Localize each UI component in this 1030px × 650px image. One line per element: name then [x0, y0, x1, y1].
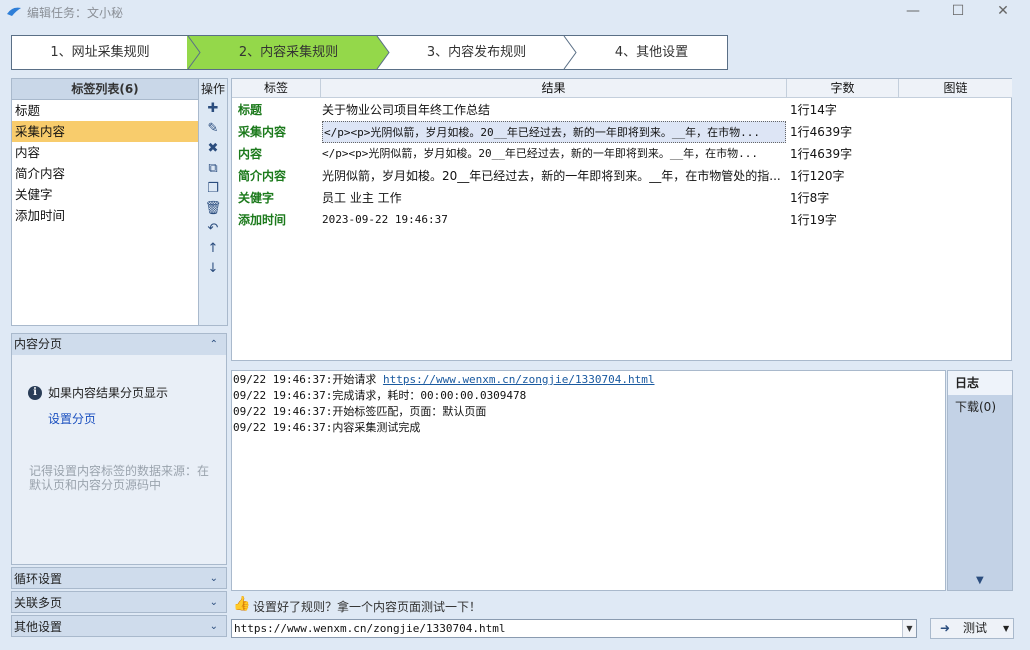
log-line: 09/22 19:46:37:内容采集测试完成 — [233, 421, 421, 434]
row-label: 标题 — [238, 103, 263, 117]
loop-settings-header[interactable]: 循环设置 ⌄ — [11, 567, 227, 589]
test-button[interactable]: ➜ 测试 ▼ — [930, 618, 1014, 639]
app-logo-icon — [7, 7, 21, 16]
step-content-rules[interactable]: 2、内容采集规则 — [200, 36, 377, 69]
log-panel[interactable]: 09/22 19:46:37:开始请求 https://www.wenxm.cn… — [231, 370, 946, 591]
row-label: 添加时间 — [238, 213, 287, 227]
info-icon: i — [28, 386, 42, 400]
scroll-down-icon[interactable]: ▼ — [976, 575, 984, 586]
table-row[interactable]: 内容 </p><p>光阴似箭，岁月如梭。20__年已经过去，新的一年即将到来。_… — [232, 143, 1012, 165]
log-text: 09/22 19:46:37:开始请求 — [233, 373, 383, 386]
column-header-tag[interactable]: 标签 — [232, 79, 321, 98]
section-title: 其他设置 — [14, 620, 63, 634]
step-other-settings[interactable]: 4、其他设置 — [576, 36, 727, 69]
ops-toolbar: 操作 ✚ ✎ ✖ ⧉ ❐ 🗑 ↶ ↑ ↓ — [199, 78, 228, 326]
thumbs-up-icon: 👍 — [233, 596, 251, 612]
test-button-label: 测试 — [963, 621, 988, 635]
row-result: </p><p>光阴似箭，岁月如梭。20__年已经过去，新的一年即将到来。__年，… — [322, 147, 758, 160]
tag-item[interactable]: 标题 — [12, 100, 198, 121]
result-grid: 标签 结果 字数 图链 标题 关于物业公司项目年终工作总结 1行14字 采集内容… — [231, 78, 1012, 361]
multi-page-header[interactable]: 关联多页 ⌄ — [11, 591, 227, 613]
undo-icon[interactable]: ↶ — [199, 219, 227, 239]
column-header-result[interactable]: 结果 — [321, 79, 787, 98]
step-wizard: 1、网址采集规则 2、内容采集规则 3、内容发布规则 4、其他设置 — [11, 35, 728, 70]
test-prompt: 设置好了规则？拿一个内容页面测试一下！ — [253, 600, 482, 614]
row-label: 简介内容 — [238, 169, 287, 183]
title-bar: 编辑任务：文小秘 — ☐ ✕ — [0, 0, 1030, 24]
side-tabs: 日志 下载(0) ▼ — [947, 370, 1013, 591]
row-label: 内容 — [238, 147, 263, 161]
trash-icon[interactable]: 🗑 — [199, 199, 227, 219]
table-row[interactable]: 标题 关于物业公司项目年终工作总结 1行14字 — [232, 99, 1012, 121]
paste-icon[interactable]: ❐ — [199, 179, 227, 199]
row-count: 1行4639字 — [790, 125, 853, 139]
row-count: 1行14字 — [790, 103, 837, 117]
expand-icon[interactable]: ⌄ — [210, 568, 218, 590]
row-result: 光阴似箭，岁月如梭。20__年已经过去，新的一年即将到来。__年，在市物管处的指… — [322, 169, 781, 183]
table-row-selected[interactable]: 采集内容 </p><p>光阴似箭，岁月如梭。20__年已经过去，新的一年即将到来… — [232, 121, 1012, 143]
set-pagination-link[interactable]: 设置分页 — [48, 410, 96, 427]
tag-item[interactable]: 添加时间 — [12, 205, 198, 226]
log-line: 09/22 19:46:37:开始请求 https://www.wenxm.cn… — [233, 372, 945, 388]
other-settings-header[interactable]: 其他设置 ⌄ — [11, 615, 227, 637]
column-header-count[interactable]: 字数 — [787, 79, 899, 98]
row-label: 采集内容 — [238, 125, 287, 139]
tag-item[interactable]: 关健字 — [12, 184, 198, 205]
pagination-header[interactable]: 内容分页 ⌃ — [12, 334, 226, 355]
row-result: 员工 业主 工作 — [322, 191, 402, 205]
row-count: 1行4639字 — [790, 147, 853, 161]
chevron-down-icon[interactable]: ▼ — [902, 620, 916, 637]
log-line: 09/22 19:46:37:完成请求，耗时：00:00:00.0309478 — [233, 389, 527, 402]
row-count: 1行120字 — [790, 169, 845, 183]
minimize-button[interactable]: — — [890, 0, 936, 24]
row-result: 2023-09-22 19:46:37 — [322, 213, 448, 226]
expand-icon[interactable]: ⌄ — [210, 616, 218, 638]
tab-log[interactable]: 日志 — [948, 371, 1012, 395]
tab-download[interactable]: 下载(0) — [948, 395, 1012, 419]
ops-label: 操作 — [200, 82, 225, 96]
collapse-icon[interactable]: ⌃ — [210, 334, 218, 355]
column-header-imglink[interactable]: 图链 — [899, 79, 1012, 98]
row-label: 关健字 — [238, 191, 275, 205]
pagination-hint: 记得设置内容标签的数据来源：在默认页和内容分页源码中 — [29, 464, 210, 492]
dropdown-arrow-icon[interactable]: ▼ — [1003, 619, 1009, 638]
row-result: </p><p>光阴似箭，岁月如梭。20__年已经过去，新的一年即将到来。__年，… — [322, 121, 786, 143]
window-title: 编辑任务：文小秘 — [27, 6, 124, 20]
table-row[interactable]: 添加时间 2023-09-22 19:46:37 1行19字 — [232, 209, 1012, 231]
step-url-rules[interactable]: 1、网址采集规则 — [12, 36, 188, 69]
test-url-input[interactable]: https://www.wenxm.cn/zongjie/1330704.htm… — [231, 619, 917, 638]
pagination-info: 如果内容结果分页显示 — [48, 386, 169, 400]
tag-item[interactable]: 内容 — [12, 142, 198, 163]
add-icon[interactable]: ✚ — [199, 99, 227, 119]
section-title: 循环设置 — [14, 572, 63, 586]
row-result: 关于物业公司项目年终工作总结 — [322, 103, 491, 117]
section-title: 关联多页 — [14, 596, 63, 610]
tag-list-panel: 标签列表(6) 标题 采集内容 内容 简介内容 关健字 添加时间 — [11, 78, 199, 326]
row-count: 1行8字 — [790, 191, 830, 205]
tag-list-header: 标签列表(6) — [12, 79, 198, 100]
pagination-title: 内容分页 — [14, 337, 63, 351]
log-line: 09/22 19:46:37:开始标签匹配，页面：默认页面 — [233, 405, 487, 418]
pagination-panel: 内容分页 ⌃ i 如果内容结果分页显示 设置分页 记得设置内容标签的数据来源：在… — [11, 333, 227, 565]
table-row[interactable]: 简介内容 光阴似箭，岁月如梭。20__年已经过去，新的一年即将到来。__年，在市… — [232, 165, 1012, 187]
tag-item[interactable]: 简介内容 — [12, 163, 198, 184]
maximize-button[interactable]: ☐ — [935, 0, 981, 24]
tag-item-selected[interactable]: 采集内容 — [12, 121, 198, 142]
copy-icon[interactable]: ⧉ — [199, 159, 227, 179]
log-url-link[interactable]: https://www.wenxm.cn/zongjie/1330704.htm… — [383, 373, 655, 386]
table-row[interactable]: 关健字 员工 业主 工作 1行8字 — [232, 187, 1012, 209]
move-up-icon[interactable]: ↑ — [199, 239, 227, 259]
edit-icon[interactable]: ✎ — [199, 119, 227, 139]
step-publish-rules[interactable]: 3、内容发布规则 — [389, 36, 564, 69]
expand-icon[interactable]: ⌄ — [210, 592, 218, 614]
move-down-icon[interactable]: ↓ — [199, 259, 227, 279]
row-count: 1行19字 — [790, 213, 837, 227]
delete-icon[interactable]: ✖ — [199, 139, 227, 159]
login-arrow-icon: ➜ — [940, 621, 951, 635]
close-button[interactable]: ✕ — [980, 0, 1026, 24]
